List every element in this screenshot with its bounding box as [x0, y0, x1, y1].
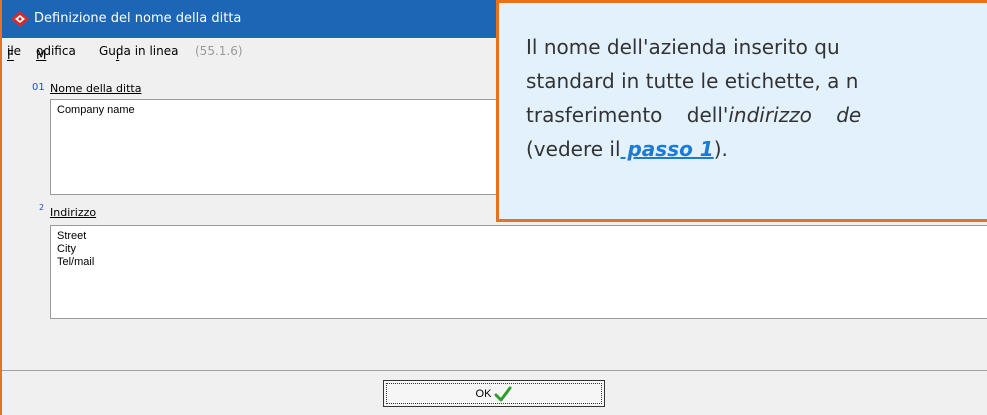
field-number-company: 01	[32, 82, 45, 93]
callout-line-4: (vedere il passo 1).	[526, 132, 987, 166]
callout-line-1: Il nome dell'azienda inserito qu	[526, 35, 840, 59]
address-line-city: City	[57, 243, 76, 255]
address-label: Indirizzo	[50, 206, 97, 219]
window-title: Definizione del nome della ditta	[34, 11, 242, 26]
app-icon	[11, 11, 29, 27]
callout-line-3b: indirizzo de	[728, 103, 862, 127]
callout-text: Il nome dell'azienda inserito qu standar…	[526, 30, 987, 166]
company-name-line: Company name	[57, 104, 135, 116]
menu-file[interactable]: File	[7, 44, 21, 62]
footer-separator	[2, 370, 987, 371]
ok-button[interactable]: OK	[383, 380, 605, 407]
callout-line-3: trasferimento dell'indirizzo de	[526, 98, 987, 132]
help-callout: Il nome dell'azienda inserito qu standar…	[496, 0, 987, 222]
callout-line-3a: trasferimento dell'	[526, 103, 729, 127]
checkmark-icon	[494, 386, 512, 401]
menu-guida[interactable]: Gu i da in linea	[99, 44, 178, 62]
company-name-label: Nome della ditta	[50, 82, 142, 95]
address-line-street: Street	[57, 230, 87, 242]
address-field[interactable]: Street City Tel/mail	[50, 225, 987, 319]
menu-modifica[interactable]: Modifica	[36, 44, 76, 62]
callout-line-4b: ).	[713, 137, 728, 161]
callout-line-4a: (vedere il	[526, 137, 621, 161]
address-line-tel: Tel/mail	[57, 256, 95, 268]
version-label: (55.1.6)	[195, 44, 243, 58]
company-name-field[interactable]: Company name	[50, 99, 510, 195]
field-number-address: 2	[39, 203, 45, 212]
callout-line-2: standard in tutte le etichette, a n	[526, 69, 859, 93]
step-1-link[interactable]: passo 1	[621, 137, 713, 161]
ok-button-label: OK	[475, 387, 492, 400]
